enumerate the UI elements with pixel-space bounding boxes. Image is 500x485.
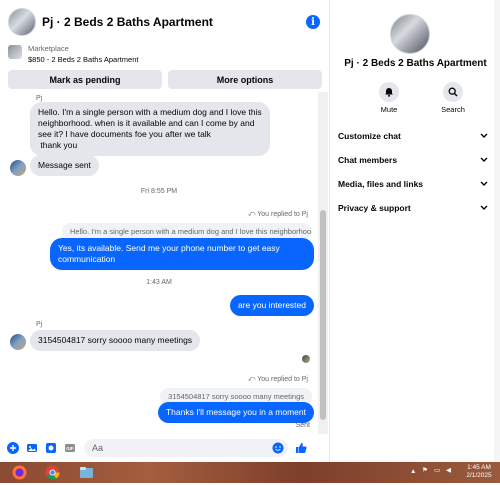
scrollbar-thumb[interactable] — [320, 210, 326, 420]
more-options-button[interactable]: More options — [168, 70, 322, 89]
clock-time: 1:45 AM — [467, 464, 491, 471]
menu-item-label: Privacy & support — [338, 203, 411, 213]
privacy-support-item[interactable]: Privacy & support — [338, 199, 488, 217]
image-icon[interactable] — [25, 442, 38, 455]
search-label: Search — [441, 105, 465, 114]
outgoing-message[interactable]: Thanks I'll message you in a moment — [157, 402, 314, 423]
search-icon[interactable] — [443, 82, 463, 102]
incoming-message[interactable]: Message sent — [30, 155, 99, 176]
listing-price[interactable]: $850 - 2 Beds 2 Baths Apartment — [28, 55, 139, 64]
mute-button[interactable]: Mute — [371, 82, 407, 114]
message-scrollbar[interactable] — [318, 92, 328, 434]
messenger-window: Pj · 2 Beds 2 Baths Apartment i Marketpl… — [0, 0, 500, 462]
clock-date: 2/1/2025 — [466, 472, 492, 479]
chrome-icon[interactable] — [45, 465, 60, 480]
bell-icon[interactable] — [379, 82, 399, 102]
gif-icon[interactable]: GIF — [63, 442, 76, 455]
search-button[interactable]: Search — [435, 82, 471, 114]
sender-avatar[interactable] — [10, 160, 26, 176]
chat-title[interactable]: Pj · 2 Beds 2 Baths Apartment — [42, 15, 306, 29]
timestamp: 1:43 AM — [146, 279, 172, 286]
details-title: Pj · 2 Beds 2 Baths Apartment — [344, 58, 487, 69]
svg-text:GIF: GIF — [66, 446, 74, 451]
replied-label: You replied to Pj — [257, 211, 308, 218]
composer: GIF Aa — [0, 436, 330, 460]
sender-name: Pj — [36, 95, 43, 102]
tray-expand-icon[interactable]: ▲ — [410, 468, 416, 476]
os-taskbar: ▲ ⚑ ▭ ◀ 1:45 AM 2/1/2025 — [0, 462, 500, 483]
chevron-down-icon — [480, 155, 488, 165]
message-input-placeholder: Aa — [92, 443, 104, 453]
mark-pending-button[interactable]: Mark as pending — [8, 70, 162, 89]
listing-profile-image[interactable] — [390, 14, 430, 54]
menu-item-label: Media, files and links — [338, 179, 424, 189]
incoming-message[interactable]: Hello. I'm a single person with a medium… — [30, 102, 270, 156]
outgoing-message[interactable]: are you interested — [229, 295, 314, 316]
message-status: Sent — [295, 422, 310, 429]
listing-avatar[interactable] — [8, 8, 36, 36]
customize-chat-item[interactable]: Customize chat — [338, 127, 488, 145]
message-input[interactable]: Aa — [84, 439, 288, 457]
chevron-down-icon — [480, 179, 488, 189]
replied-indicator: ⤺ You replied to Pj — [248, 211, 308, 219]
chat-header: Pj · 2 Beds 2 Baths Apartment i — [4, 6, 326, 38]
menu-item-label: Customize chat — [338, 131, 401, 141]
sticker-icon[interactable] — [44, 442, 57, 455]
info-icon[interactable]: i — [306, 15, 320, 29]
network-icon[interactable]: ▭ — [434, 467, 440, 475]
marketplace-card: Marketplace $850 - 2 Beds 2 Baths Apartm… — [4, 40, 326, 90]
chevron-down-icon — [480, 131, 488, 141]
marketplace-label: Marketplace — [28, 44, 69, 53]
volume-icon[interactable]: ◀ — [446, 467, 451, 475]
thumbs-up-icon[interactable] — [294, 442, 307, 455]
file-explorer-icon[interactable] — [79, 465, 94, 480]
media-files-links-item[interactable]: Media, files and links — [338, 175, 488, 193]
window-edge — [494, 0, 500, 462]
mute-label: Mute — [380, 105, 398, 114]
flag-icon[interactable]: ⚑ — [422, 467, 428, 475]
menu-item-label: Chat members — [338, 155, 398, 165]
listing-thumbnail[interactable] — [8, 45, 22, 59]
reply-arrow-icon: ⤺ — [247, 376, 256, 383]
read-receipt-avatar — [302, 355, 310, 363]
system-clock[interactable]: 1:45 AM 2/1/2025 — [464, 464, 494, 480]
incoming-message[interactable]: 3154504817 sorry soooo many meetings — [30, 330, 201, 351]
message-list: Pj Hello. I'm a single person with a med… — [0, 92, 318, 434]
outgoing-message[interactable]: Yes, its available. Send me your phone n… — [50, 238, 314, 270]
timestamp: Fri 8:55 PM — [140, 188, 178, 195]
chat-panel: Pj · 2 Beds 2 Baths Apartment i Marketpl… — [0, 0, 330, 462]
chat-details-panel: Pj · 2 Beds 2 Baths Apartment Mute Searc… — [331, 0, 500, 462]
reply-arrow-icon: ⤺ — [247, 211, 256, 218]
details-actions: Mute Search — [371, 82, 471, 114]
replied-label: You replied to Pj — [257, 376, 308, 383]
sender-avatar[interactable] — [10, 334, 26, 350]
chevron-down-icon — [480, 203, 488, 213]
emoji-icon[interactable] — [272, 442, 284, 454]
firefox-icon[interactable] — [12, 465, 27, 480]
replied-indicator: ⤺ You replied to Pj — [248, 376, 308, 384]
plus-circle-icon[interactable] — [6, 442, 19, 455]
sender-name: Pj — [36, 321, 43, 328]
chat-members-item[interactable]: Chat members — [338, 151, 488, 169]
